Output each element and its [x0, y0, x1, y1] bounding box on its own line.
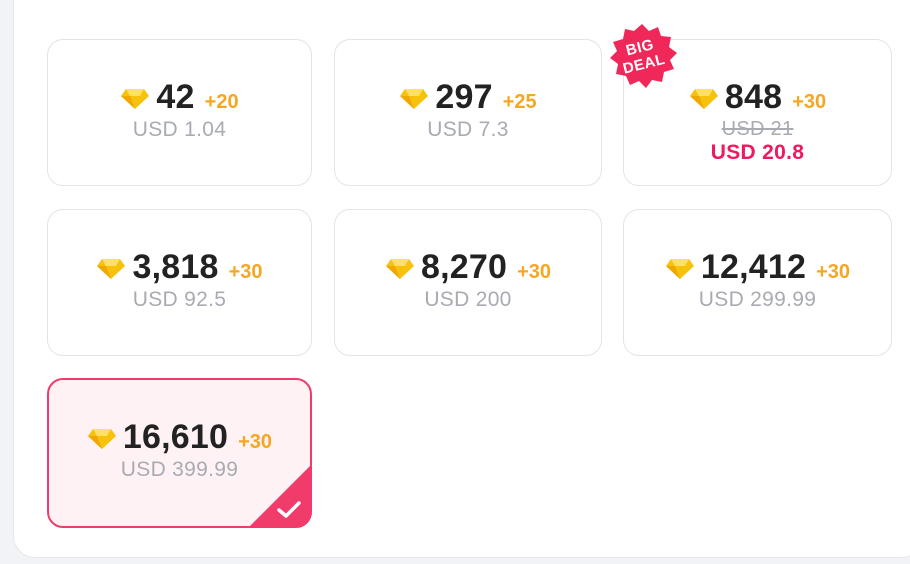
amount-row: 42 +20 — [48, 78, 311, 118]
bonus-amount: +30 — [792, 91, 827, 113]
diamond-icon — [121, 89, 150, 109]
diamond-amount: 848 — [724, 78, 783, 116]
diamond-amount: 16,610 — [122, 418, 229, 456]
package-content: 12,412 +30 USD 299.99 — [624, 248, 891, 312]
package-content: 3,818 +30 USD 92.5 — [48, 248, 311, 312]
diamond-icon — [87, 429, 116, 449]
package-content: 8,270 +30 USD 200 — [335, 248, 601, 312]
diamond-amount: 297 — [435, 78, 493, 116]
bonus-amount: +30 — [228, 261, 263, 283]
package-content: 848 +30 USD 21 USD 20.8 — [624, 78, 891, 165]
diamond-amount: 12,412 — [700, 248, 807, 286]
package-card-42[interactable]: 42 +20 USD 1.04 — [47, 39, 312, 186]
amount-row: 12,412 +30 — [624, 248, 891, 288]
price: USD 299.99 — [698, 288, 817, 311]
package-card-297[interactable]: 297 +25 USD 7.3 — [334, 39, 602, 186]
price: USD 7.3 — [427, 118, 509, 141]
package-card-16610[interactable]: 16,610 +30 USD 399.99 — [47, 378, 312, 528]
package-card-3818[interactable]: 3,818 +30 USD 92.5 — [47, 209, 312, 356]
bonus-amount: +20 — [204, 91, 239, 113]
price: USD 1.04 — [132, 118, 227, 141]
bonus-amount: +30 — [517, 261, 552, 283]
diamond-amount: 42 — [156, 78, 195, 116]
price: USD 200 — [424, 288, 512, 311]
amount-row: 297 +25 — [335, 78, 601, 118]
package-content: 42 +20 USD 1.04 — [48, 78, 311, 142]
package-card-8270[interactable]: 8,270 +30 USD 200 — [334, 209, 602, 356]
diamond-amount: 8,270 — [420, 248, 508, 286]
amount-row: 3,818 +30 — [48, 248, 311, 288]
amount-row: 16,610 +30 — [49, 418, 310, 458]
diamond-amount: 3,818 — [132, 248, 219, 286]
diamond-icon — [97, 259, 126, 279]
sale-price: USD 20.8 — [710, 141, 805, 164]
package-grid: 42 +20 USD 1.04 297 +25 USD 7.3 848 +30 … — [47, 39, 892, 529]
bonus-amount: +25 — [502, 91, 537, 113]
bonus-amount: +30 — [816, 261, 851, 283]
amount-row: 8,270 +30 — [335, 248, 601, 288]
package-content: 297 +25 USD 7.3 — [335, 78, 601, 142]
price: USD 92.5 — [132, 288, 227, 311]
diamond-icon — [400, 89, 429, 109]
original-price: USD 21 — [721, 118, 794, 140]
checkmark-icon — [249, 465, 311, 527]
bonus-amount: +30 — [238, 431, 273, 453]
package-card-12412[interactable]: 12,412 +30 USD 299.99 — [623, 209, 892, 356]
selected-indicator — [249, 465, 311, 527]
diamond-icon — [665, 259, 694, 279]
diamond-icon — [385, 259, 414, 279]
big-deal-badge: BIG DEAL — [606, 22, 678, 90]
diamond-icon — [689, 89, 718, 109]
